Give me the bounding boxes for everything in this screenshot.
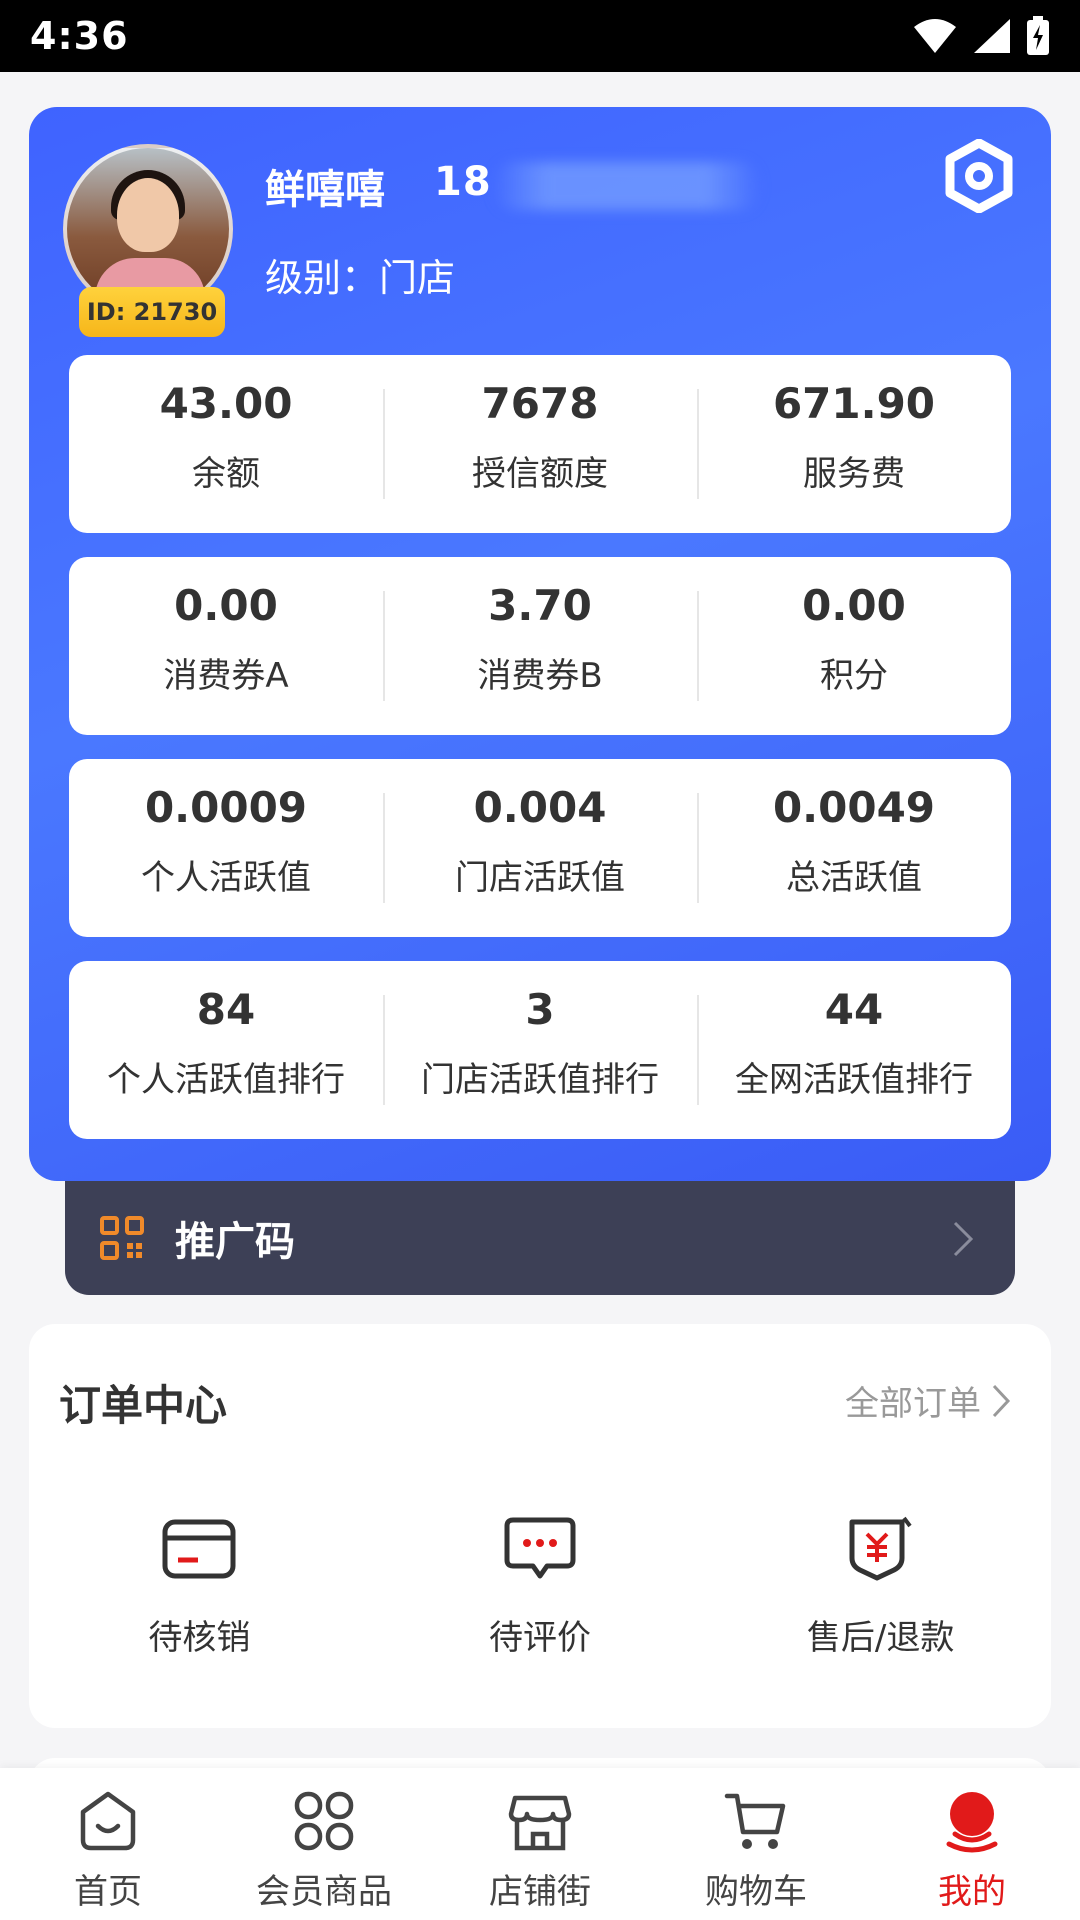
order-pending-verification[interactable]: 待核销: [39, 1514, 359, 1659]
status-time: 4:36: [30, 14, 129, 58]
stat-balance[interactable]: 43.00 余额: [69, 355, 383, 533]
stats-panel-activity: 0.0009 个人活跃值 0.004 门店活跃值 0.0049 总活跃值: [69, 759, 1011, 937]
order-pending-review[interactable]: 待评价: [380, 1514, 700, 1659]
all-orders-link[interactable]: 全部订单: [845, 1376, 1011, 1425]
stat-value: 0.004: [473, 783, 607, 832]
home-icon: [80, 1791, 136, 1851]
stat-value: 0.00: [174, 581, 278, 630]
qr-code-icon: [100, 1216, 144, 1260]
profile-icon: [946, 1792, 998, 1853]
stat-store-activity[interactable]: 0.004 门店活跃值: [383, 759, 697, 937]
stat-points[interactable]: 0.00 积分: [697, 557, 1011, 735]
chevron-right-icon: [992, 1384, 1011, 1417]
user-phone: 18: [434, 159, 492, 205]
stat-label: 个人活跃值排行: [107, 1060, 345, 1100]
stat-label: 余额: [192, 454, 260, 494]
stat-store-rank[interactable]: 3 门店活跃值排行: [383, 961, 697, 1139]
promo-code-label: 推广码: [175, 1219, 295, 1265]
stats-panel-vouchers: 0.00 消费券A 3.70 消费券B 0.00 积分: [69, 557, 1011, 735]
nav-label: 首页: [74, 1872, 142, 1912]
store-icon: [508, 1795, 572, 1851]
nav-store-street[interactable]: 店铺街: [432, 1768, 648, 1920]
status-bar: 4:36: [0, 0, 1080, 72]
promo-code-button[interactable]: 推广码: [65, 1181, 1015, 1295]
card-icon: [162, 1519, 236, 1579]
stat-label: 授信额度: [472, 454, 608, 494]
stat-label: 全网活跃值排行: [735, 1060, 973, 1100]
phone-redaction: [494, 162, 759, 210]
stat-label: 消费券B: [477, 656, 603, 696]
stat-service-fee[interactable]: 671.90 服务费: [697, 355, 1011, 533]
stat-value: 84: [196, 985, 256, 1034]
order-center-card: 订单中心 全部订单 待核销 待评价 售后/退款: [29, 1324, 1051, 1728]
stat-value: 7678: [481, 379, 599, 428]
stat-voucher-a[interactable]: 0.00 消费券A: [69, 557, 383, 735]
refund-icon: [849, 1516, 912, 1581]
stat-value: 3.70: [488, 581, 592, 630]
nav-label: 购物车: [705, 1872, 807, 1912]
stat-value: 44: [824, 985, 884, 1034]
user-level: 级别：门店: [265, 256, 456, 300]
stat-credit-limit[interactable]: 7678 授信额度: [383, 355, 697, 533]
comment-icon: [504, 1517, 576, 1579]
all-orders-label: 全部订单: [845, 1384, 981, 1424]
order-item-label: 待核销: [148, 1618, 251, 1658]
wifi-icon: [914, 19, 956, 53]
user-id-badge: ID: 21730: [79, 287, 225, 337]
stat-label: 积分: [820, 656, 888, 696]
cart-icon: [724, 1793, 786, 1849]
stat-network-rank[interactable]: 44 全网活跃值排行: [697, 961, 1011, 1139]
stat-label: 门店活跃值: [455, 858, 625, 898]
order-status-list: 待核销 待评价 售后/退款: [29, 1514, 1051, 1659]
nav-label: 店铺街: [489, 1872, 591, 1912]
stat-label: 门店活跃值排行: [421, 1060, 659, 1100]
order-item-label: 售后/退款: [806, 1618, 955, 1658]
stat-label: 个人活跃值: [141, 858, 311, 898]
nav-label: 我的: [938, 1872, 1006, 1912]
stat-personal-activity[interactable]: 0.0009 个人活跃值: [69, 759, 383, 937]
stat-label: 总活跃值: [786, 858, 922, 898]
grid-icon: [294, 1791, 354, 1851]
bottom-nav: 首页 会员商品 店铺街 购物车 我的: [0, 1768, 1080, 1920]
status-icons: [912, 16, 1050, 56]
nav-home[interactable]: 首页: [0, 1768, 216, 1920]
order-item-label: 待评价: [488, 1618, 591, 1658]
order-center-title: 订单中心: [59, 1381, 228, 1430]
stat-value: 0.0049: [772, 783, 936, 832]
stat-label: 服务费: [803, 454, 905, 494]
nav-member-products[interactable]: 会员商品: [216, 1768, 432, 1920]
nav-label: 会员商品: [256, 1872, 392, 1912]
settings-icon[interactable]: [944, 139, 1014, 213]
user-name: 鲜嘻嘻: [265, 167, 385, 213]
nav-mine[interactable]: 我的: [864, 1768, 1080, 1920]
signal-icon: [974, 19, 1010, 53]
stat-value: 0.0009: [144, 783, 308, 832]
stat-label: 消费券A: [163, 656, 289, 696]
stat-value: 0.00: [802, 581, 906, 630]
battery-icon: [1027, 16, 1049, 55]
stats-panel-ranking: 84 个人活跃值排行 3 门店活跃值排行 44 全网活跃值排行: [69, 961, 1011, 1139]
stats-panel-balance: 43.00 余额 7678 授信额度 671.90 服务费: [69, 355, 1011, 533]
stat-total-activity[interactable]: 0.0049 总活跃值: [697, 759, 1011, 937]
chevron-right-icon: [953, 1221, 974, 1257]
stat-personal-rank[interactable]: 84 个人活跃值排行: [69, 961, 383, 1139]
stat-value: 671.90: [772, 379, 936, 428]
order-after-sales-refund[interactable]: 售后/退款: [721, 1514, 1041, 1659]
nav-cart[interactable]: 购物车: [648, 1768, 864, 1920]
stat-voucher-b[interactable]: 3.70 消费券B: [383, 557, 697, 735]
stat-value: 3: [525, 985, 555, 1034]
profile-card: ID: 21730 鲜嘻嘻 18 级别：门店 43.00 余额 7678 授信额…: [29, 107, 1051, 1181]
stat-value: 43.00: [159, 379, 293, 428]
